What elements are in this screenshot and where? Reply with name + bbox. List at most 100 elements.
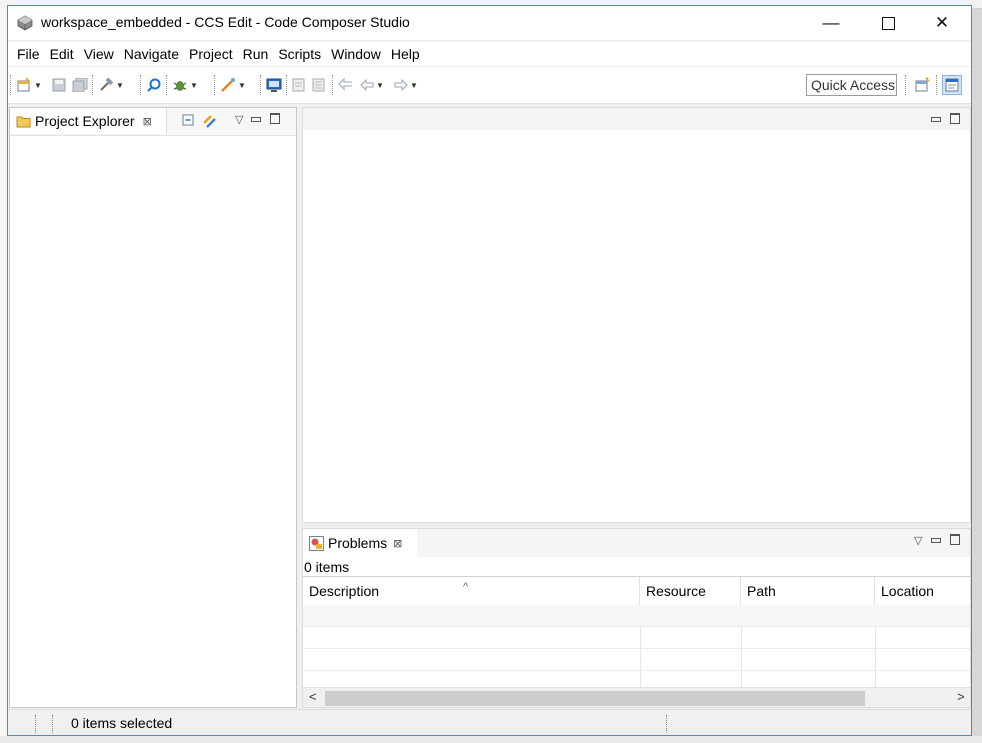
menu-window[interactable]: Window — [326, 42, 386, 66]
toolbar-separator — [140, 75, 142, 95]
ccs-window: workspace_embedded - CCS Edit - Code Com… — [7, 5, 972, 736]
link-icon — [203, 115, 216, 128]
chevron-down-icon: ▼ — [34, 80, 42, 90]
scroll-right-icon[interactable]: > — [957, 689, 965, 704]
scroll-left-icon[interactable]: < — [309, 689, 317, 704]
horizontal-scrollbar[interactable]: < > — [303, 687, 970, 707]
column-divider — [640, 627, 641, 648]
problems-title: Problems — [328, 535, 388, 551]
toolbar-separator — [332, 75, 334, 95]
maximize-button[interactable] — [865, 6, 911, 40]
menu-bar: File Edit View Navigate Project Run Scri… — [8, 42, 971, 66]
toolbar-separator — [166, 75, 168, 95]
column-divider — [875, 649, 876, 670]
wand-icon — [221, 78, 235, 92]
chevron-down-icon: ▼ — [190, 80, 198, 90]
column-label: Location — [881, 583, 934, 599]
last-edit-button[interactable] — [338, 77, 354, 93]
sort-ascending-icon: ^ — [463, 581, 469, 593]
menu-view[interactable]: View — [79, 42, 119, 66]
save-all-icon — [72, 78, 88, 92]
menu-file[interactable]: File — [12, 42, 45, 66]
save-button[interactable] — [52, 77, 66, 93]
quick-access-input[interactable]: Quick Access — [806, 74, 897, 96]
tab-project-explorer[interactable]: Project Explorer ⊠ — [10, 108, 167, 134]
table-header: Description ^ Resource Path Location — [303, 576, 970, 606]
toolbar-separator — [936, 75, 938, 95]
menu-navigate[interactable]: Navigate — [119, 42, 184, 66]
table-row — [303, 627, 970, 649]
minimize-view-icon — [931, 538, 941, 543]
menu-scripts[interactable]: Scripts — [273, 42, 326, 66]
bug-icon — [173, 81, 187, 91]
editor-minimize-button[interactable] — [931, 113, 941, 125]
maximize-icon — [881, 16, 895, 30]
maximize-view-button[interactable] — [950, 534, 960, 548]
column-header-location[interactable]: Location — [875, 577, 970, 605]
debug-button[interactable]: ▼ — [172, 77, 198, 93]
tab-problems[interactable]: Problems ⊠ — [303, 529, 417, 557]
prev-annotation-button[interactable] — [292, 77, 306, 93]
menu-run[interactable]: Run — [238, 42, 274, 66]
terminal-button[interactable] — [266, 77, 282, 93]
build-button[interactable]: ▼ — [98, 77, 124, 93]
title-bar[interactable]: workspace_embedded - CCS Edit - Code Com… — [8, 6, 971, 40]
view-menu-icon: ▽ — [235, 114, 244, 126]
column-label: Path — [747, 583, 776, 599]
column-header-resource[interactable]: Resource — [640, 577, 741, 605]
chevron-down-icon: ▼ — [410, 80, 418, 90]
column-header-description[interactable]: Description ^ — [303, 577, 640, 605]
maximize-view-button[interactable] — [270, 113, 280, 127]
toolbar-separator — [214, 75, 216, 95]
minimize-view-button[interactable] — [251, 113, 261, 125]
new-button[interactable]: ▼ — [16, 77, 42, 93]
forward-button[interactable]: ▼ — [394, 77, 418, 93]
minimize-view-button[interactable] — [931, 534, 941, 546]
status-separator — [52, 715, 54, 733]
menu-help[interactable]: Help — [386, 42, 425, 66]
toolbar-separator — [905, 75, 907, 95]
project-explorer-title: Project Explorer — [35, 113, 135, 129]
editor-header — [303, 108, 970, 130]
column-header-path[interactable]: Path — [741, 577, 875, 605]
menu-edit[interactable]: Edit — [45, 42, 79, 66]
close-button[interactable]: ✕ — [919, 6, 965, 40]
editor-maximize-button[interactable] — [950, 113, 960, 127]
view-menu-button[interactable]: ▽ — [914, 534, 922, 547]
view-menu-icon: ▽ — [914, 535, 923, 547]
ccs-app-icon — [17, 15, 33, 31]
minimize-icon: — — [822, 13, 840, 32]
save-all-button[interactable] — [72, 77, 88, 93]
toolbar-separator — [92, 75, 94, 95]
close-tab-icon[interactable]: ⊠ — [143, 115, 152, 128]
next-annotation-button[interactable] — [312, 77, 326, 93]
scrollbar-thumb[interactable] — [325, 691, 865, 706]
maximize-view-icon — [270, 113, 280, 124]
chevron-down-icon: ▼ — [376, 80, 384, 90]
status-text: 0 items selected — [71, 715, 173, 731]
next-annotation-icon — [312, 78, 325, 92]
column-label: Description — [309, 583, 380, 599]
menu-project[interactable]: Project — [184, 42, 238, 66]
view-menu-button[interactable]: ▽ — [235, 113, 243, 126]
close-tab-icon[interactable]: ⊠ — [393, 537, 402, 550]
link-editor-button[interactable] — [202, 114, 217, 132]
search-button[interactable] — [146, 77, 162, 93]
back-button[interactable]: ▼ — [360, 77, 384, 93]
problems-icon — [309, 535, 324, 551]
editor-area[interactable] — [302, 107, 971, 523]
arrow-right-icon — [394, 79, 408, 91]
save-icon — [52, 78, 66, 92]
maximize-view-icon — [950, 113, 960, 124]
ccs-edit-perspective-button[interactable] — [942, 75, 962, 95]
last-edit-icon — [338, 78, 352, 91]
minimize-button[interactable]: — — [808, 6, 854, 40]
new-file-icon — [17, 77, 30, 92]
column-divider — [741, 627, 742, 648]
column-label: Resource — [646, 583, 706, 599]
collapse-all-button[interactable] — [182, 114, 195, 130]
column-divider — [875, 627, 876, 648]
flash-button[interactable]: ▼ — [220, 77, 246, 93]
open-perspective-button[interactable] — [915, 77, 931, 93]
project-explorer-panel: Project Explorer ⊠ ▽ — [9, 107, 297, 708]
